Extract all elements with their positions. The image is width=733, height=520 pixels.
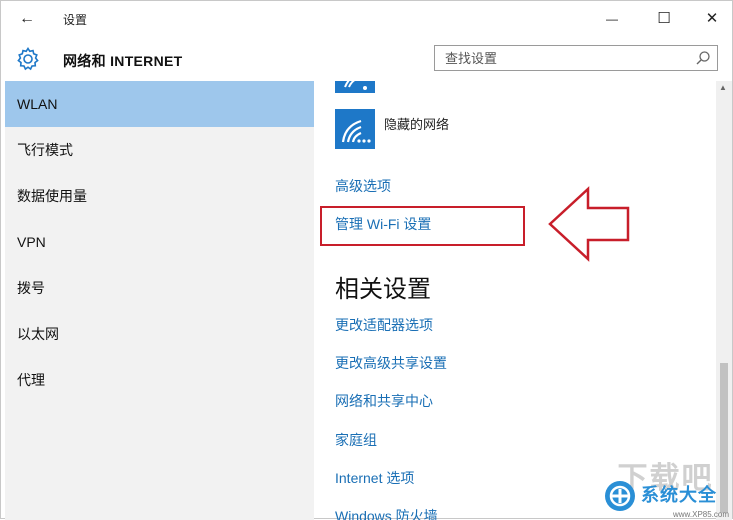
related-settings-heading: 相关设置 <box>335 276 431 303</box>
minimize-icon: — <box>606 12 618 26</box>
search-box <box>434 45 718 71</box>
sidebar-item-data-usage[interactable]: 数据使用量 <box>5 173 314 219</box>
wifi-icon <box>341 119 371 143</box>
hidden-network-label[interactable]: 隐藏的网络 <box>384 114 449 133</box>
sidebar-item-airplane-mode[interactable]: 飞行模式 <box>5 127 314 173</box>
change-advanced-sharing-link[interactable]: 更改高级共享设置 <box>335 353 447 373</box>
watermark: 下载吧 系统大全 www.XP85.com <box>597 453 733 520</box>
scroll-up-icon[interactable]: ▲ <box>719 83 727 92</box>
page-header: 网络和 INTERNET <box>1 37 732 81</box>
internet-options-link[interactable]: Internet 选项 <box>335 468 414 488</box>
change-adapter-options-link[interactable]: 更改适配器选项 <box>335 315 433 335</box>
homegroup-link[interactable]: 家庭组 <box>335 430 377 450</box>
manage-wifi-settings-link[interactable]: 管理 Wi-Fi 设置 <box>335 214 431 234</box>
page-title: 网络和 INTERNET <box>63 53 183 69</box>
search-icon[interactable] <box>695 50 711 66</box>
close-button[interactable]: ✕ <box>689 5 733 33</box>
sidebar-item-proxy[interactable]: 代理 <box>5 357 314 403</box>
back-arrow-icon: ← <box>19 10 35 27</box>
sidebar-item-dial-up[interactable]: 拨号 <box>5 265 314 311</box>
left-arrow-icon <box>548 186 630 262</box>
windows-firewall-link[interactable]: Windows 防火墙 <box>335 506 438 520</box>
minimize-button[interactable]: — <box>589 5 635 33</box>
advanced-options-link[interactable]: 高级选项 <box>335 176 391 196</box>
settings-window: ← 设置 — ☐ ✕ 网络和 INTERNET 查找设置 WLAN 飞行模式 数… <box>0 0 733 520</box>
sidebar-item-ethernet[interactable]: 以太网 <box>5 311 314 357</box>
maximize-icon: ☐ <box>657 10 671 27</box>
sidebar-item-wlan[interactable]: WLAN <box>5 81 314 127</box>
gear-icon <box>17 47 39 71</box>
wifi-icon <box>344 81 367 90</box>
search-input[interactable] <box>435 46 695 70</box>
title-bar: ← 设置 — ☐ ✕ <box>1 1 732 37</box>
hidden-network-tile[interactable] <box>335 109 375 149</box>
watermark-logo-icon <box>605 481 635 511</box>
network-sharing-center-link[interactable]: 网络和共享中心 <box>335 391 433 411</box>
window-title: 设置 <box>63 13 88 27</box>
network-tile-partial[interactable] <box>335 81 375 93</box>
watermark-brand: 系统大全 <box>641 485 717 505</box>
watermark-url: www.XP85.com <box>673 510 730 519</box>
sidebar-nav: WLAN 飞行模式 数据使用量 VPN 拨号 以太网 代理 <box>5 81 314 520</box>
back-button[interactable]: ← <box>13 7 41 31</box>
close-icon: ✕ <box>705 10 719 27</box>
sidebar-item-vpn[interactable]: VPN <box>5 219 314 265</box>
maximize-button[interactable]: ☐ <box>641 5 687 33</box>
